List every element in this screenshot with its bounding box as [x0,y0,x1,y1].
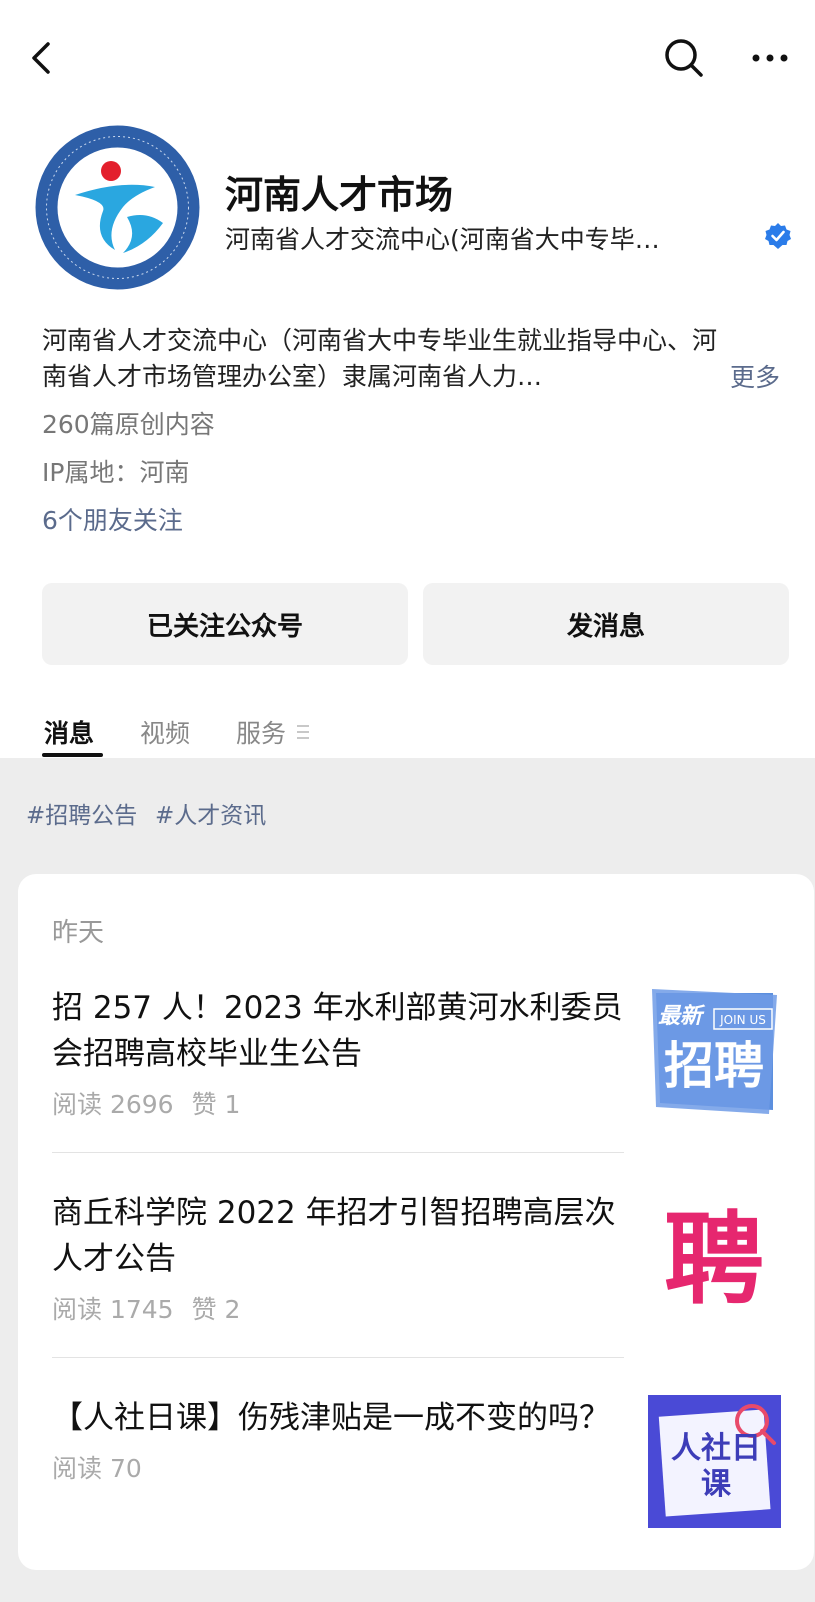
article-item[interactable]: 招 257 人！2023 年水利部黄河水利委员会招聘高校毕业生公告 阅读 269… [52,985,632,1121]
article-title[interactable]: 商丘科学院 2022 年招才引智招聘高层次人才公告 [52,1190,632,1282]
chevron-left-icon[interactable] [22,36,62,80]
top-nav-bar [0,0,815,120]
article-reads: 阅读 70 [52,1454,142,1483]
article-likes: 赞 2 [191,1295,241,1324]
send-message-button[interactable]: 发消息 [423,583,789,665]
content-tabs: 消息 视频 服务 [0,700,815,758]
original-content-count[interactable]: 260篇原创内容 [42,405,215,441]
account-avatar[interactable] [35,125,200,290]
article-item[interactable]: 商丘科学院 2022 年招才引智招聘高层次人才公告 阅读 1745 赞 2 [52,1190,632,1326]
tag-recruitment-notice[interactable]: #招聘公告 [26,796,137,830]
article-divider [52,1152,624,1153]
article-thumbnail[interactable]: 聘 [648,1190,781,1323]
feed-date-label: 昨天 [52,918,105,948]
article-title[interactable]: 【人社日课】伤残津贴是一成不变的吗？ [52,1395,632,1441]
account-name: 河南人才市场 [225,173,454,217]
thumb-label-main: 聘 [664,1201,764,1318]
intro-more-link[interactable]: 更多 [730,358,780,394]
tab-services[interactable]: 服务 [236,714,286,750]
tag-talent-news[interactable]: #人才资讯 [155,796,266,830]
account-organization[interactable]: 河南省人才交流中心(河南省大中专毕… [225,220,660,256]
ip-location: IP属地：河南 [42,458,190,487]
article-divider [52,1357,624,1358]
article-meta: 阅读 1745 赞 2 [52,1290,632,1326]
article-thumbnail[interactable]: 最新 JOIN US 招聘 [648,985,781,1118]
article-meta: 阅读 70 [52,1449,632,1485]
article-title[interactable]: 招 257 人！2023 年水利部黄河水利委员会招聘高校毕业生公告 [52,985,632,1077]
menu-lines-icon [297,725,309,739]
thumb-label-new: 最新 [658,1003,706,1029]
more-dots-icon[interactable] [748,36,792,80]
followed-account-button[interactable]: 已关注公众号 [42,583,408,665]
article-meta: 阅读 2696 赞 1 [52,1085,632,1121]
thumb-label-main: 招聘 [664,1037,764,1095]
article-thumbnail[interactable]: 人社日课 [648,1395,781,1528]
active-tab-indicator [42,753,103,757]
article-reads: 阅读 2696 [52,1090,174,1119]
verified-badge-icon [765,223,791,249]
search-icon[interactable] [662,36,706,80]
thumb-label-join: JOIN US [719,1013,766,1027]
account-introduction: 河南省人才交流中心（河南省大中专毕业生就业指导中心、河南省人才市场管理办公室）隶… [42,326,718,391]
friends-following-link[interactable]: 6个朋友关注 [42,501,183,537]
article-item[interactable]: 【人社日课】伤残津贴是一成不变的吗？ 阅读 70 [52,1395,632,1485]
article-reads: 阅读 1745 [52,1295,174,1324]
tab-messages[interactable]: 消息 [44,714,94,750]
article-likes: 赞 1 [191,1090,241,1119]
thumb-label-main: 人社日课 [671,1431,761,1502]
tab-videos[interactable]: 视频 [140,714,190,750]
